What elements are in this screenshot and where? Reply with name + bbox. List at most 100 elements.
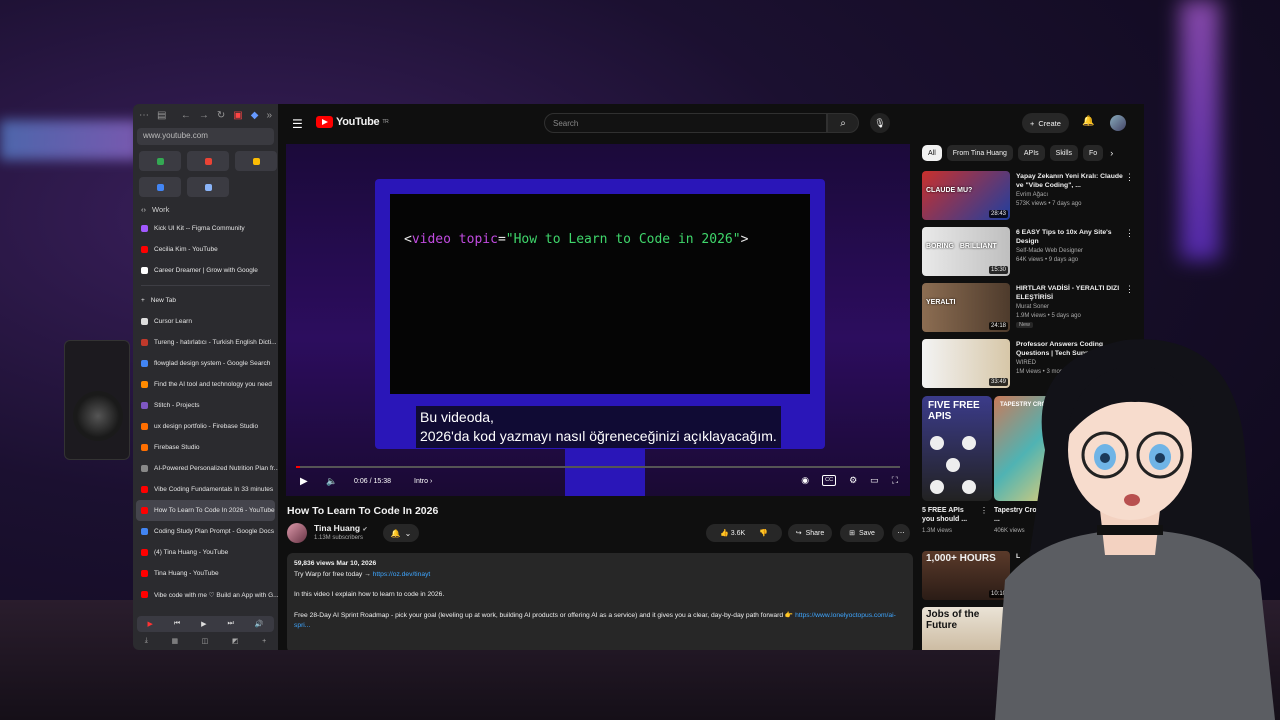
filter-chip[interactable]: Skills [1049,145,1079,161]
next-icon[interactable]: ⏭ [227,620,233,628]
sidebar-tab[interactable]: AI-Powered Personalized Nutrition Plan f… [133,458,278,479]
divider [141,285,270,286]
space-header[interactable]: ‹› Work [133,201,278,218]
sidebar-tab[interactable]: Tina Huang - YouTube [133,563,278,584]
sidebar-tab[interactable]: Stitch - Projects [133,395,278,416]
autoplay-toggle-icon[interactable]: ◉ [801,475,809,486]
new-tab-button[interactable]: + New Tab [133,290,278,311]
play-icon[interactable]: ▶ [201,620,206,628]
sidebar-tab[interactable]: (4) Tina Huang - YouTube [133,542,278,563]
sidebar-tab[interactable]: Find the AI tool and technology you need [133,374,278,395]
short-title[interactable]: 5 FREE APIs you should ... [922,506,977,524]
sidebar-tab[interactable]: Career Dreamer | Grow with Google [133,260,278,281]
filter-chip[interactable]: APIs [1017,145,1045,161]
sidebar-tab[interactable]: Kick UI Kit -- Figma Community [133,218,278,239]
pinned-app[interactable] [139,151,181,171]
pinned-app[interactable] [187,177,229,197]
play-button[interactable]: ▶ [300,476,308,487]
youtube-logo[interactable]: YouTube TR [316,116,389,128]
save-button[interactable]: ⊞ Save [840,524,884,542]
subscribed-notifications-button[interactable]: 🔔 ⌄ [383,524,419,542]
channel-name-text: Tina Huang [314,523,361,533]
short-thumbnail[interactable]: FIVE FREE APIS [922,396,992,501]
progress-bar[interactable] [296,466,900,468]
description-box[interactable]: 59,836 views Mar 10, 2026 Try Warp for f… [287,553,913,650]
extension-icon[interactable]: ◆ [251,110,259,121]
menu-icon[interactable]: ☰ [292,117,304,131]
account-avatar[interactable] [1110,115,1126,131]
recommendation-item[interactable]: CLAUDE MU? 28:43 Yapay Zekanın Yeni Kralı:… [922,170,1142,225]
expand-icon[interactable]: » [266,110,272,121]
reload-icon[interactable]: ↻ [217,110,225,121]
create-button[interactable]: + Create [1022,113,1069,133]
video-player[interactable]: <video topic="How to Learn to Code in 20… [286,144,910,496]
sidebar-tab[interactable]: Coding Study Plan Prompt - Google Docs [133,521,278,542]
more-icon[interactable]: ⋮ [1125,284,1134,295]
sidebar-tab[interactable]: Cecilia Kim - YouTube [133,239,278,260]
sidebar-tab[interactable]: Cursor Learn [133,311,278,332]
youtube-icon: ▶ [147,621,153,628]
settings-icon[interactable]: ⚙ [849,475,857,486]
filter-chip[interactable]: From Tina Huang [946,145,1013,161]
sidebar-tab[interactable]: Firebase Studio [133,437,278,458]
library-icon[interactable]: ▦ [171,637,178,645]
sidebar-tab-label: Cecilia Kim - YouTube [154,246,218,253]
add-icon[interactable]: + [262,638,266,645]
sidebar-tab-label: (4) Tina Huang - YouTube [154,549,229,556]
duration-badge: 15:30 [988,266,1008,274]
sidebar-toggle-icon[interactable]: ▤ [157,110,166,121]
sidebar-tab[interactable]: ux design portfolio - Firebase Studio [133,416,278,437]
recommendation-item[interactable]: BORING BRILLIANT 15:30 6 EASY Tips to 10x … [922,226,1142,281]
theater-mode-icon[interactable]: ▭ [870,475,879,486]
warp-link[interactable]: https://oz.dev/tinayt [373,571,431,578]
fullscreen-icon[interactable]: ⛶ [892,475,898,486]
video-code-text: <video topic="How to Learn to Code in 20… [404,232,748,247]
recommendation-item[interactable]: YERALTI 24:18 HIRTLAR VADİSİ - YERALTI DIZ… [922,282,1142,337]
thumb-text: YERALTI [926,299,956,306]
more-icon[interactable]: ⋮ [1125,228,1134,239]
search-button[interactable]: ⌕ [827,113,859,133]
address-bar[interactable]: www.youtube.com [137,128,274,145]
favicon-icon [141,465,148,472]
filter-chip[interactable]: Fo [1083,145,1104,161]
description-line-3: Free 28-Day AI Sprint Roadmap - pick you… [294,611,906,632]
volume-icon[interactable]: 🔊 [255,620,264,628]
chapter-button[interactable]: Intro › [414,478,432,485]
speaker-cone [73,391,123,441]
pinned-app[interactable] [187,151,229,171]
sidebar-tab[interactable]: Vibe Coding Fundamentals In 33 minutes [133,479,278,500]
previous-icon[interactable]: ⏮ [174,620,180,628]
drive-icon [156,157,164,165]
back-icon[interactable]: ← [181,110,191,121]
forward-icon[interactable]: → [199,110,209,121]
downloads-icon[interactable]: ⤓ [145,637,148,645]
channel-avatar[interactable] [287,523,307,543]
window-controls-icon[interactable]: ⋯ [139,110,149,121]
thumb-text: BORING BRILLIANT [926,243,997,250]
dislike-button[interactable]: 👎 [759,529,768,537]
avatar-pupil-left [1100,453,1110,463]
split-icon[interactable]: ◩ [232,637,239,645]
sidebar-tab[interactable]: flowglad design system - Google Search [133,353,278,374]
more-icon[interactable]: ⋮ [1125,172,1134,183]
filter-chip[interactable]: All [922,145,942,161]
notifications-icon[interactable]: 🔔 [1082,116,1094,127]
captions-button[interactable]: CC [822,475,837,486]
search-input[interactable]: Search [544,113,827,133]
chevron-right-icon[interactable]: › [1110,148,1113,158]
pinned-app[interactable] [139,177,181,197]
pinned-app[interactable] [235,151,277,171]
volume-button[interactable]: 🔈 [326,476,337,487]
like-button[interactable]: 👍 3.6K [720,529,745,537]
channel-name[interactable]: Tina Huang ✔ [314,523,368,533]
extension-icon[interactable]: ▣ [233,110,242,121]
voice-search-button[interactable]: 🎙 [870,113,890,133]
sidebar-tab[interactable]: Vibe code with me ♡ Build an App with G.… [133,584,278,605]
archive-icon[interactable]: ◫ [202,637,209,645]
sidebar-tab[interactable]: Tureng - hatırlatıcı - Turkish English D… [133,332,278,353]
sidebar-tab[interactable]: How To Learn To Code In 2026 - YouTube [136,500,275,521]
chapter-label: Intro [414,478,429,485]
more-actions-button[interactable]: ⋯ [892,524,910,542]
share-button[interactable]: ↪ Share [788,524,832,542]
